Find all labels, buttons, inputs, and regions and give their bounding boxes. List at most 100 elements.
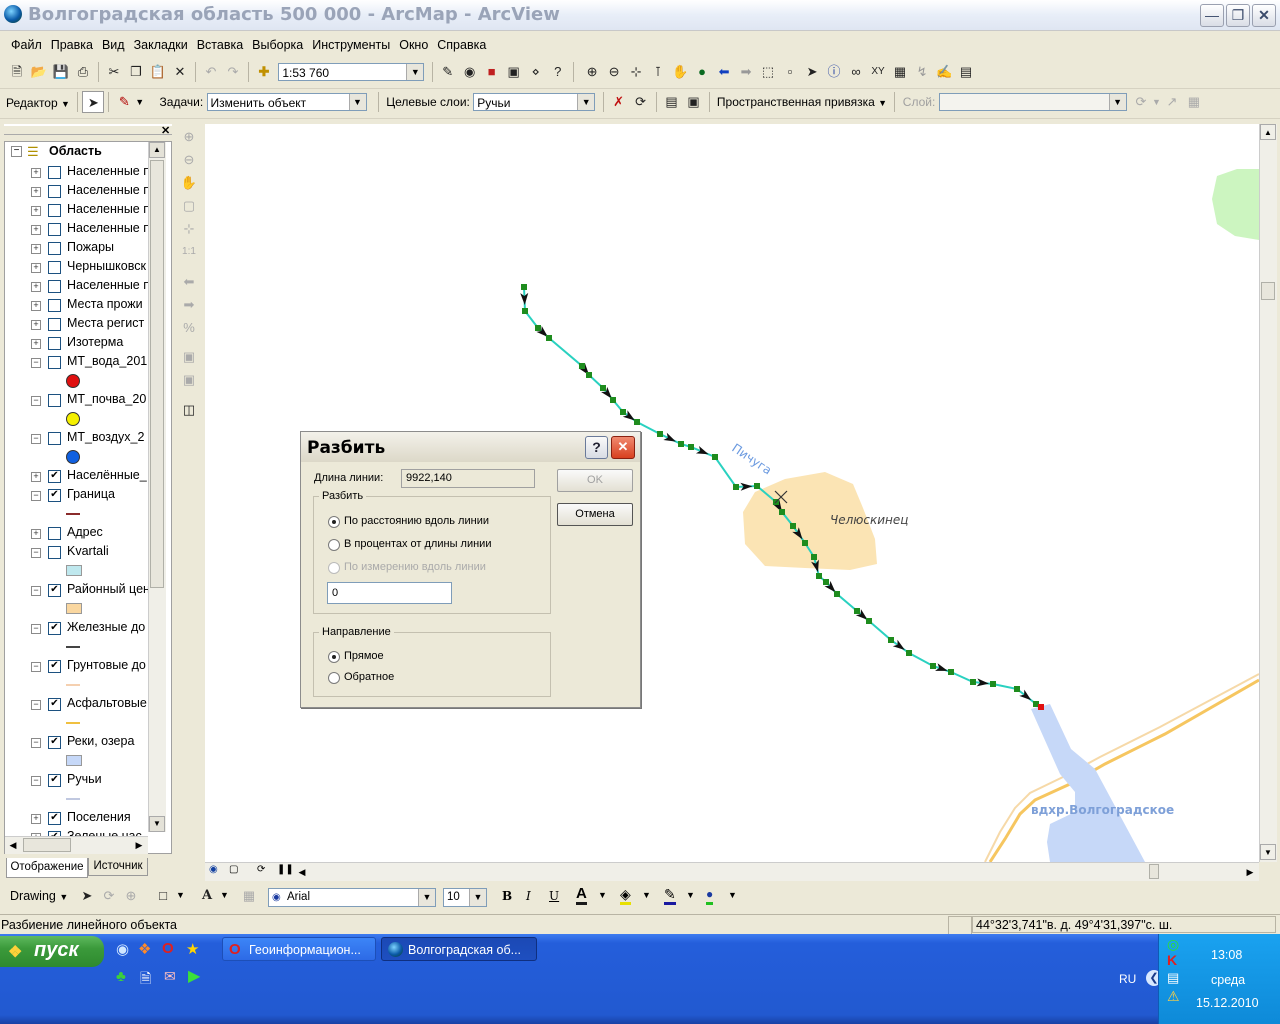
vertex-marker[interactable] — [811, 554, 817, 560]
toc-layer-row[interactable]: + Чернышковск — [5, 258, 153, 277]
layer-visibility-checkbox[interactable]: ✔ — [48, 736, 61, 749]
opera-icon[interactable]: O — [162, 940, 174, 957]
zoom-percent-icon[interactable]: % — [178, 317, 200, 339]
map-horizontal-scrollbar[interactable]: ◉ ▢ ⟳ ❚❚ ◀ ▶ — [205, 862, 1259, 881]
menu-window[interactable]: Окно — [399, 38, 428, 52]
italic-button[interactable]: I — [526, 889, 531, 903]
toc-layer-row[interactable]: + Населенные п — [5, 201, 153, 220]
link-table-icon[interactable]: ▦ — [1183, 91, 1205, 113]
scroll-right-icon[interactable]: ▶ — [1243, 864, 1257, 880]
collapse-icon[interactable]: − — [31, 491, 41, 501]
toc-layer-row[interactable]: − МТ_воздух_2 — [5, 429, 153, 448]
vertex-marker[interactable] — [754, 483, 760, 489]
chevron-down-icon[interactable]: ▼ — [728, 890, 737, 900]
attributes-icon[interactable]: ▤ — [661, 91, 683, 113]
collapse-icon[interactable]: − — [31, 700, 41, 710]
arccatalog-icon[interactable]: ◉ — [459, 61, 481, 83]
scroll-left-icon[interactable]: ◀ — [295, 864, 309, 880]
full-page-icon[interactable]: ▢ — [178, 195, 200, 217]
dialog-title-bar[interactable]: Разбить ? ✕ — [301, 432, 640, 462]
expand-icon[interactable]: + — [31, 472, 41, 482]
zoom-out-icon[interactable]: ⊖ — [603, 61, 625, 83]
collapse-icon[interactable]: − — [31, 358, 41, 368]
model-builder-icon[interactable]: ⋄ — [525, 61, 547, 83]
network-computer-icon[interactable]: ▤ — [1167, 970, 1179, 986]
chevron-down-icon[interactable]: ▼ — [598, 890, 607, 900]
print-icon[interactable]: ⎙ — [72, 61, 94, 83]
toc-layer-row[interactable]: + Населенные п — [5, 277, 153, 296]
chevron-down-icon[interactable]: ▼ — [220, 890, 229, 900]
toc-layer-row[interactable]: + Пожары — [5, 239, 153, 258]
focus-frame-icon[interactable]: ▣ — [178, 369, 200, 391]
font-color-icon[interactable]: A — [576, 886, 587, 905]
warning-icon[interactable]: ⚠ — [1167, 988, 1180, 1005]
menu-view[interactable]: Вид — [102, 38, 125, 52]
arctoolbox-icon[interactable]: ■ — [481, 61, 503, 83]
dialog-close-icon[interactable]: ✕ — [611, 436, 635, 459]
font-combo[interactable]: ◉ Arial ▼ — [268, 888, 436, 907]
scroll-down-icon[interactable]: ▼ — [149, 816, 165, 832]
open-folder-icon[interactable]: 📂 — [28, 61, 50, 83]
expand-icon[interactable]: + — [31, 339, 41, 349]
back-arrow-icon[interactable]: ⬅ — [713, 61, 735, 83]
find-binoculars-icon[interactable]: ∞ — [845, 61, 867, 83]
expand-icon[interactable]: + — [31, 320, 41, 330]
ok-button[interactable]: OK — [557, 469, 633, 492]
collapse-icon[interactable]: − — [31, 776, 41, 786]
html-popup-icon[interactable]: ✍ — [933, 61, 955, 83]
vertex-marker[interactable] — [610, 397, 616, 403]
tree-icon[interactable]: ♣ — [116, 968, 126, 985]
radio-by-measure[interactable] — [328, 562, 340, 574]
layer-visibility-checkbox[interactable]: ✔ — [48, 812, 61, 825]
whats-this-icon[interactable]: ? — [547, 61, 569, 83]
menu-selection[interactable]: Выборка — [252, 38, 303, 52]
vertex-marker[interactable] — [834, 591, 840, 597]
toc-layer-row[interactable]: − ✔ Асфальтовые — [5, 695, 153, 714]
layer-visibility-checkbox[interactable] — [48, 280, 61, 293]
toc-close-icon[interactable]: ✕ — [161, 124, 170, 137]
menu-help[interactable]: Справка — [437, 38, 486, 52]
scale-combo[interactable]: 1:53 760 ▼ — [278, 63, 425, 81]
font-size-combo[interactable]: 10 ▼ — [443, 888, 487, 907]
line-color-icon[interactable]: ✎ — [664, 886, 676, 905]
collapse-icon[interactable]: − — [31, 396, 41, 406]
collapse-icon[interactable]: − — [31, 434, 41, 444]
add-data-icon[interactable]: ✚ — [253, 61, 275, 83]
layer-visibility-checkbox[interactable]: ✔ — [48, 489, 61, 502]
layer-visibility-checkbox[interactable]: ✔ — [48, 584, 61, 597]
paste-icon[interactable]: 📋 — [147, 61, 169, 83]
layer-visibility-checkbox[interactable]: ✔ — [48, 470, 61, 483]
command-line-icon[interactable]: ▣ — [503, 61, 525, 83]
text-tool-icon[interactable]: A — [196, 885, 218, 907]
start-button[interactable]: ❖ пуск — [0, 936, 104, 967]
layer-visibility-checkbox[interactable] — [48, 299, 61, 312]
zoom-100-icon[interactable]: 1:1 — [178, 241, 200, 263]
minimize-button[interactable]: — — [1200, 4, 1224, 27]
rotate-element-icon[interactable]: ⟳ — [98, 885, 120, 907]
vertex-marker[interactable] — [790, 523, 796, 529]
layer-combo[interactable]: ▼ — [938, 93, 1127, 111]
collapse-icon[interactable]: − — [31, 662, 41, 672]
vertex-marker[interactable] — [600, 385, 606, 391]
expand-icon[interactable]: + — [31, 168, 41, 178]
toc-layer-row[interactable]: + ✔ Населённые_ — [5, 467, 153, 486]
toc-layer-row[interactable]: − ✔ Ручьи — [5, 771, 153, 790]
save-icon[interactable]: 💾 — [50, 61, 72, 83]
scroll-left-icon[interactable]: ◀ — [5, 837, 21, 853]
toc-layer-row[interactable]: − МТ_вода_201 — [5, 353, 153, 372]
task-geoinformation[interactable]: O Геоинформацион... — [222, 937, 376, 961]
zoom-out-icon[interactable]: ⊖ — [178, 149, 200, 171]
clear-selection-icon[interactable]: ▫ — [779, 61, 801, 83]
cancel-button[interactable]: Отмена — [557, 503, 633, 526]
pause-drawing-icon[interactable]: ❚❚ — [277, 864, 294, 875]
expand-icon[interactable]: + — [31, 282, 41, 292]
toc-layer-row[interactable]: + Населенные п — [5, 220, 153, 239]
toc-layer-row[interactable]: + Места прожи — [5, 296, 153, 315]
chevron-down-icon[interactable]: ▼ — [176, 890, 185, 900]
menu-file[interactable]: Файл — [11, 38, 42, 52]
chevron-down-icon[interactable]: ▼ — [686, 890, 695, 900]
measure-icon[interactable]: ▦ — [889, 61, 911, 83]
toc-scroll-thumb[interactable] — [150, 160, 164, 588]
vertex-marker[interactable] — [779, 509, 785, 515]
collapse-icon[interactable]: − — [31, 624, 41, 634]
